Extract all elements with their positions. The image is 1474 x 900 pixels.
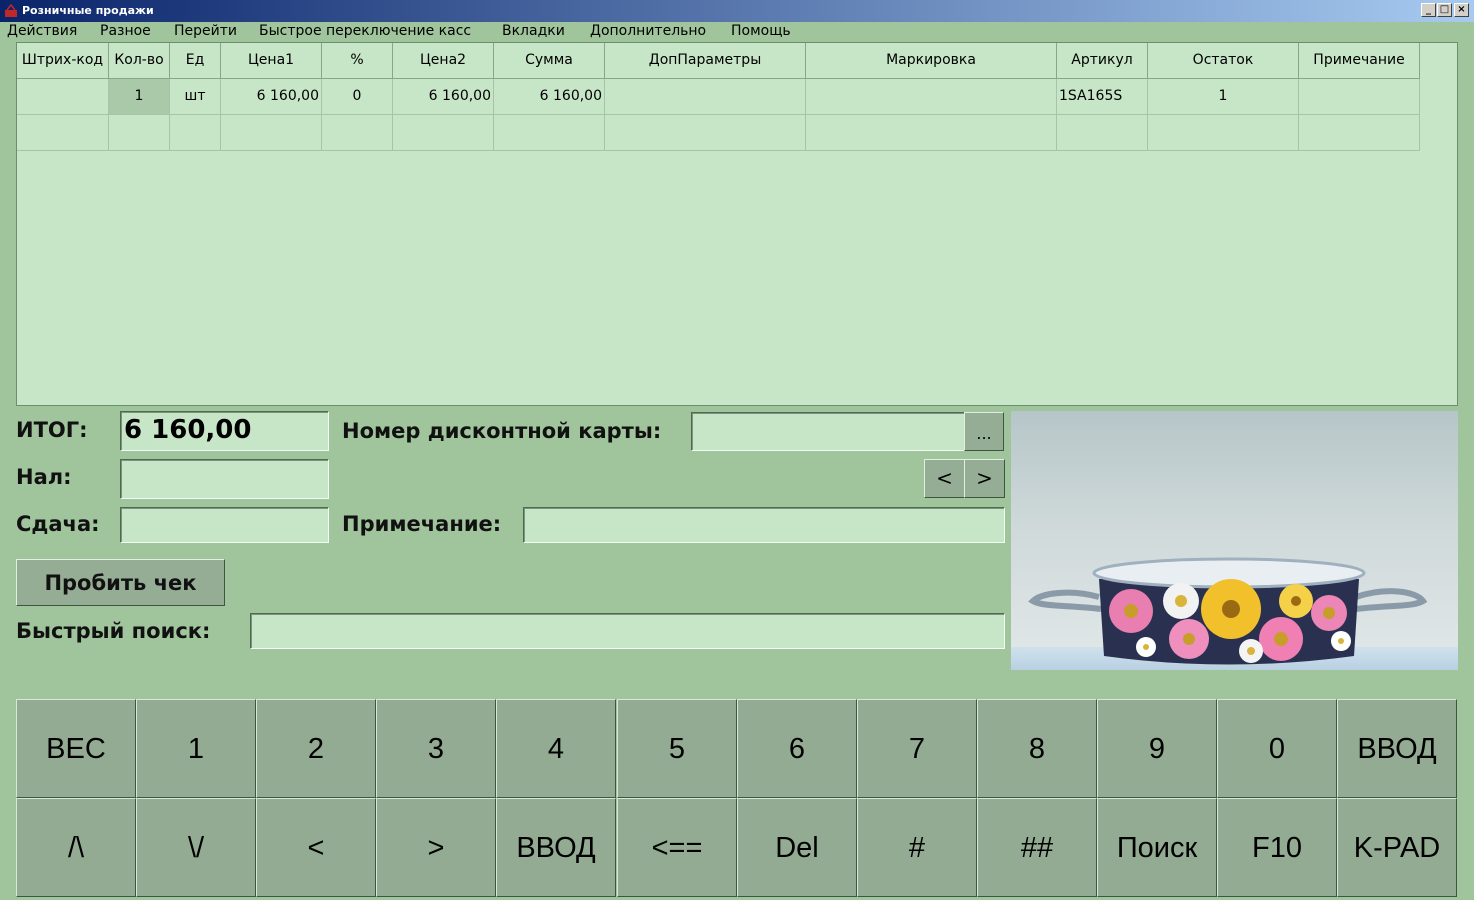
table-cell-percent[interactable]: 0 <box>322 79 393 115</box>
col-header-marking[interactable]: Маркировка <box>806 43 1057 79</box>
enamel-pot-illustration <box>1011 557 1458 670</box>
key-9[interactable]: 9 <box>1097 699 1217 798</box>
key-double-hash[interactable]: ## <box>977 798 1097 897</box>
table-cell-price1[interactable]: 6 160,00 <box>221 79 322 115</box>
key-2[interactable]: 2 <box>256 699 376 798</box>
quick-search-input[interactable] <box>250 613 1005 649</box>
table-cell-stock[interactable]: 1 <box>1148 79 1299 115</box>
key-right[interactable]: > <box>376 798 496 897</box>
menu-bar: Действия Разное Перейти Быстрое переключ… <box>0 22 1474 41</box>
next-button[interactable]: > <box>964 459 1005 498</box>
table-cell-note[interactable] <box>1299 79 1420 115</box>
col-header-unit[interactable]: Ед <box>170 43 221 79</box>
key-enter-2[interactable]: ВВОД <box>496 798 616 897</box>
col-header-note[interactable]: Примечание <box>1299 43 1420 79</box>
table-cell-price1[interactable] <box>221 115 322 151</box>
menu-tabs[interactable]: Вкладки <box>502 23 565 39</box>
window-title: Розничные продажи <box>22 4 154 17</box>
note-label: Примечание: <box>342 512 502 536</box>
key-weight[interactable]: ВЕС <box>16 699 136 798</box>
table-cell-stock[interactable] <box>1148 115 1299 151</box>
key-6[interactable]: 6 <box>737 699 857 798</box>
sales-grid[interactable]: Штрих-код Кол-во Ед Цена1 % Цена2 Сумма … <box>16 42 1458 406</box>
menu-help[interactable]: Помощь <box>731 23 791 39</box>
key-enter[interactable]: ВВОД <box>1337 699 1457 798</box>
table-cell-sum[interactable]: 6 160,00 <box>494 79 605 115</box>
total-field: 6 160,00 <box>120 411 329 451</box>
maximize-button[interactable]: □ <box>1437 3 1452 17</box>
discount-card-label: Номер дисконтной карты: <box>342 419 662 443</box>
table-cell-barcode[interactable] <box>17 79 109 115</box>
table-cell-extra-params[interactable] <box>605 115 806 151</box>
table-cell-unit[interactable]: шт <box>170 79 221 115</box>
app-basket-icon <box>5 4 17 17</box>
key-down[interactable]: \/ <box>136 798 256 897</box>
key-0[interactable]: 0 <box>1217 699 1337 798</box>
note-input[interactable] <box>523 507 1005 543</box>
col-header-barcode[interactable]: Штрих-код <box>17 43 109 79</box>
key-kpad[interactable]: K-PAD <box>1337 798 1457 897</box>
key-left[interactable]: < <box>256 798 376 897</box>
table-cell-percent[interactable] <box>322 115 393 151</box>
col-header-percent[interactable]: % <box>322 43 393 79</box>
prev-button[interactable]: < <box>924 459 965 498</box>
quick-search-label: Быстрый поиск: <box>16 619 211 643</box>
minimize-button[interactable]: _ <box>1421 3 1436 17</box>
menu-goto[interactable]: Перейти <box>174 23 237 39</box>
table-cell-qty[interactable] <box>109 115 170 151</box>
menu-actions[interactable]: Действия <box>7 23 77 39</box>
key-4[interactable]: 4 <box>496 699 616 798</box>
key-search[interactable]: Поиск <box>1097 798 1217 897</box>
col-header-price2[interactable]: Цена2 <box>393 43 494 79</box>
table-cell-note[interactable] <box>1299 115 1420 151</box>
key-7[interactable]: 7 <box>857 699 977 798</box>
table-cell-price2[interactable]: 6 160,00 <box>393 79 494 115</box>
table-cell-article[interactable]: 1SA165S <box>1057 79 1148 115</box>
key-5[interactable]: 5 <box>617 699 737 798</box>
cash-label: Нал: <box>16 465 72 489</box>
table-cell-marking[interactable] <box>806 115 1057 151</box>
key-hash[interactable]: # <box>857 798 977 897</box>
close-button[interactable]: × <box>1454 3 1469 17</box>
table-cell-unit[interactable] <box>170 115 221 151</box>
print-check-button[interactable]: Пробить чек <box>16 559 225 606</box>
key-backspace[interactable]: <== <box>617 798 737 897</box>
discount-card-browse-button[interactable]: ... <box>964 412 1004 451</box>
col-header-qty[interactable]: Кол-во <box>109 43 170 79</box>
key-1[interactable]: 1 <box>136 699 256 798</box>
change-label: Сдача: <box>16 512 100 536</box>
key-8[interactable]: 8 <box>977 699 1097 798</box>
change-field[interactable] <box>120 507 329 543</box>
key-delete[interactable]: Del <box>737 798 857 897</box>
key-f10[interactable]: F10 <box>1217 798 1337 897</box>
col-header-extra-params[interactable]: ДопПараметры <box>605 43 806 79</box>
table-cell-extra-params[interactable] <box>605 79 806 115</box>
key-3[interactable]: 3 <box>376 699 496 798</box>
menu-misc[interactable]: Разное <box>100 23 151 39</box>
cash-input[interactable] <box>120 459 329 499</box>
menu-additional[interactable]: Дополнительно <box>590 23 706 39</box>
total-label: ИТОГ: <box>16 418 88 442</box>
table-cell-marking[interactable] <box>806 79 1057 115</box>
table-cell-price2[interactable] <box>393 115 494 151</box>
key-up[interactable]: /\ <box>16 798 136 897</box>
table-cell-sum[interactable] <box>494 115 605 151</box>
col-header-article[interactable]: Артикул <box>1057 43 1148 79</box>
product-image <box>1011 411 1458 670</box>
discount-card-input[interactable] <box>691 412 966 451</box>
table-cell-article[interactable] <box>1057 115 1148 151</box>
table-cell-barcode[interactable] <box>17 115 109 151</box>
col-header-stock[interactable]: Остаток <box>1148 43 1299 79</box>
menu-quick-switch[interactable]: Быстрое переключение касс <box>259 23 471 39</box>
table-cell-qty[interactable]: 1 <box>109 79 170 115</box>
col-header-price1[interactable]: Цена1 <box>221 43 322 79</box>
col-header-sum[interactable]: Сумма <box>494 43 605 79</box>
title-bar: Розничные продажи _ □ × <box>0 0 1474 22</box>
